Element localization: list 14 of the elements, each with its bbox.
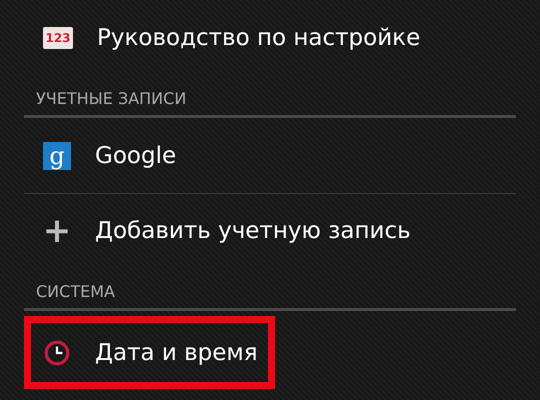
add-icon: + <box>43 216 71 244</box>
item-label: Дата и время <box>95 340 258 366</box>
guide-icon: 123 <box>43 26 73 48</box>
settings-item[interactable]: 123 Руководство по настройке <box>24 0 516 75</box>
item-label: Google <box>95 142 176 168</box>
item-label: Добавить учетную запись <box>95 218 411 244</box>
settings-item[interactable]: g Google <box>24 118 516 193</box>
clock-icon <box>43 338 71 366</box>
section-header: УЧЕТНЫЕ ЗАПИСИ <box>24 75 516 118</box>
account-icon: g <box>43 142 71 170</box>
item-label: Руководство по настройке <box>97 24 420 50</box>
section-header: СИСТЕМА <box>24 268 516 311</box>
settings-item[interactable]: + Добавить учетную запись <box>24 193 516 268</box>
settings-item[interactable]: Дата и время <box>24 316 275 389</box>
